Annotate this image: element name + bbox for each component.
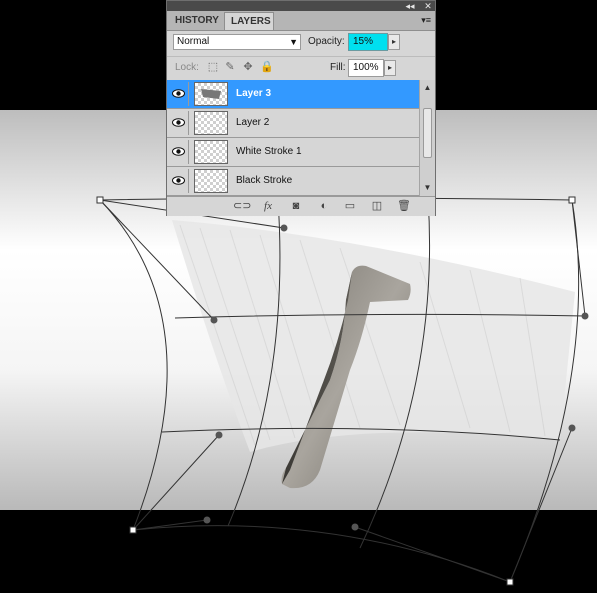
new-layer-icon[interactable]: ◫ <box>370 199 384 213</box>
fill-input[interactable]: 100% <box>348 59 384 77</box>
layer-thumbnail <box>194 140 228 164</box>
chevron-down-icon: ▼ <box>289 37 298 47</box>
layer-row[interactable]: White Stroke 1 <box>167 138 419 167</box>
fx-icon[interactable]: fx <box>261 199 275 213</box>
visibility-toggle[interactable] <box>169 82 189 106</box>
eye-icon <box>172 147 185 156</box>
collapse-icon[interactable]: ◂◂ <box>403 1 417 11</box>
layer-row[interactable]: Layer 2 <box>167 109 419 138</box>
eye-icon <box>172 118 185 127</box>
eye-icon <box>172 89 185 98</box>
adjustment-icon[interactable]: ◐ <box>317 199 331 213</box>
tab-layers[interactable]: LAYERS <box>224 12 274 30</box>
layers-panel: ◂◂ ✕ HISTORY LAYERS ▾≡ Normal ▼ Opacity:… <box>166 0 436 216</box>
visibility-toggle[interactable] <box>169 169 189 193</box>
layer-name: Layer 3 <box>236 88 272 99</box>
opacity-slider-button[interactable]: ▸ <box>388 34 400 50</box>
panel-menu-icon[interactable]: ▾≡ <box>421 15 431 26</box>
fill-slider-button[interactable]: ▸ <box>384 60 396 76</box>
blend-mode-value: Normal <box>177 36 210 47</box>
visibility-toggle[interactable] <box>169 111 189 135</box>
lock-image-pixels-icon[interactable]: ✎ <box>224 61 236 73</box>
group-icon[interactable]: ▭ <box>343 199 357 213</box>
panel-tabs: HISTORY LAYERS <box>167 11 435 31</box>
layer-name: Layer 2 <box>236 117 270 128</box>
opacity-input[interactable]: 15% <box>348 33 388 51</box>
layer-name: Black Stroke <box>236 175 293 186</box>
fill-label: Fill: <box>330 62 346 73</box>
lock-row: Lock: ⬚ ✎ ✥ 🔒 Fill: 100% ▸ <box>167 56 435 80</box>
trash-icon[interactable]: 🗑 <box>397 199 411 213</box>
scroll-up-icon[interactable]: ▲ <box>420 82 435 94</box>
link-icon[interactable]: ⊂⊃ <box>233 199 251 213</box>
scroll-thumb[interactable] <box>423 108 432 158</box>
mask-icon[interactable]: ◙ <box>289 199 303 213</box>
layer-thumbnail <box>194 82 228 106</box>
opacity-label: Opacity: <box>308 36 345 47</box>
lock-position-icon[interactable]: ✥ <box>242 61 254 73</box>
close-icon[interactable]: ✕ <box>421 1 435 11</box>
lock-label: Lock: <box>175 62 199 73</box>
layers-bottom-toolbar: ⊂⊃ fx ◙ ◐ ▭ ◫ 🗑 <box>167 196 435 216</box>
visibility-toggle[interactable] <box>169 140 189 164</box>
layers-scrollbar[interactable]: ▲ ▼ <box>419 80 435 196</box>
layer-name: White Stroke 1 <box>236 146 302 157</box>
lock-all-icon[interactable]: 🔒 <box>260 61 274 73</box>
tab-history[interactable]: HISTORY <box>169 12 223 29</box>
eye-icon <box>172 176 185 185</box>
layer-row[interactable]: Layer 3 <box>167 80 419 109</box>
layers-list: Layer 3 Layer 2 White Stroke 1 Black Str… <box>167 80 419 196</box>
layer-thumbnail <box>194 169 228 193</box>
blend-row: Normal ▼ Opacity: 15% ▸ <box>167 31 435 55</box>
lock-transparency-icon[interactable]: ⬚ <box>207 61 219 73</box>
scroll-down-icon[interactable]: ▼ <box>420 182 435 194</box>
layer-thumbnail <box>194 111 228 135</box>
blend-mode-select[interactable]: Normal ▼ <box>173 34 301 50</box>
panel-title-bar: ◂◂ ✕ <box>167 1 435 11</box>
layer-row[interactable]: Black Stroke <box>167 167 419 196</box>
